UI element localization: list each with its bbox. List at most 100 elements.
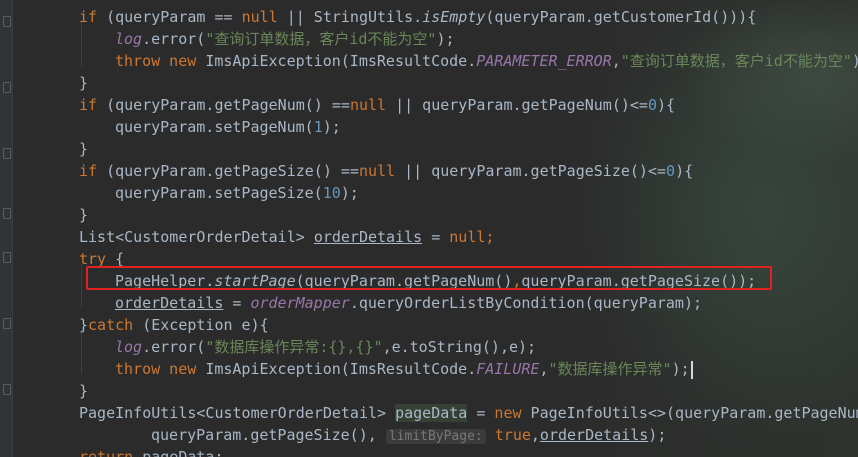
code-token: ){: [657, 96, 676, 114]
fold-marker-icon[interactable]: [3, 208, 11, 219]
code-token: 1: [313, 118, 323, 136]
code-token: queryParam.getPageSize(),: [151, 426, 386, 444]
code-token: return: [79, 448, 134, 457]
code-token: if: [79, 162, 98, 180]
code-line[interactable]: List<CustomerOrderDetail> orderDetails =…: [79, 226, 494, 248]
code-token: (queryParam ==: [97, 8, 242, 26]
highlight-box: [86, 266, 772, 290]
code-line[interactable]: }: [79, 138, 88, 160]
code-token: 0: [647, 96, 657, 114]
indent-guide: [81, 22, 82, 66]
code-token: ,: [539, 360, 549, 378]
code-token: orderDetails: [313, 228, 423, 246]
code-token: );: [322, 118, 341, 136]
code-token: }: [79, 316, 89, 334]
code-token: PARAMETER_ERROR: [476, 52, 612, 70]
code-line[interactable]: throw new ImsApiException(ImsResultCode.…: [115, 358, 693, 380]
code-token: }: [79, 206, 89, 224]
code-token: (queryParam.getPageNum() ==: [97, 96, 350, 114]
code-token: || queryParam.getPageNum()<=: [386, 96, 648, 114]
code-line[interactable]: orderDetails = orderMapper.queryOrderLis…: [115, 292, 702, 314]
code-token: "数据库操作异常": [548, 360, 672, 378]
code-token: );: [852, 52, 858, 70]
code-line[interactable]: }: [79, 72, 88, 94]
code-token: =: [467, 404, 495, 422]
editor-gutter: [0, 0, 13, 457]
code-token: null: [449, 228, 486, 246]
indent-guide: [81, 264, 82, 308]
code-token: =: [223, 294, 251, 312]
code-token: "数据库操作异常:{},{}": [205, 338, 383, 356]
code-token: true: [494, 426, 531, 444]
code-line[interactable]: }catch (Exception e){: [79, 314, 269, 336]
code-token: queryParam.setPageSize(: [115, 184, 323, 202]
code-token: (Exception e){: [133, 316, 269, 334]
code-token: orderDetails: [539, 426, 649, 444]
code-token: ,e.toString(),e);: [382, 338, 537, 356]
code-token: if: [79, 96, 98, 114]
code-line[interactable]: if (queryParam.getPageNum() ==null || qu…: [79, 94, 675, 116]
code-token: isEmpty: [422, 8, 486, 26]
code-token: .error(: [142, 338, 206, 356]
code-token: ImsApiException(ImsResultCode.: [205, 52, 477, 70]
code-token: }: [79, 140, 89, 158]
code-token: orderMapper: [250, 294, 350, 312]
fold-marker-icon[interactable]: [3, 148, 11, 159]
code-token: .queryOrderListByCondition(queryParam);: [349, 294, 703, 312]
code-token: (queryParam.getPageSize() ==: [97, 162, 359, 180]
code-token: null: [358, 162, 396, 180]
code-token: null: [349, 96, 387, 114]
code-token: pageData: [395, 404, 468, 422]
code-line[interactable]: queryParam.setPageSize(10);: [115, 182, 359, 204]
code-token: throw new: [115, 360, 206, 378]
code-token: log: [115, 338, 143, 356]
code-token: new: [494, 404, 522, 422]
code-token: || queryParam.getPageSize()<=: [395, 162, 667, 180]
parameter-hint: limitByPage:: [385, 429, 486, 444]
code-token: 0: [666, 162, 676, 180]
code-line[interactable]: log.error("查询订单数据，客户id不能为空");: [115, 28, 455, 50]
code-token: "查询订单数据，客户id不能为空": [620, 52, 852, 70]
code-line[interactable]: PageInfoUtils<CustomerOrderDetail> pageD…: [79, 402, 858, 424]
code-token: );: [436, 30, 455, 48]
code-token: );: [671, 360, 690, 378]
fold-marker-icon[interactable]: [3, 252, 11, 263]
indent-guide: [81, 330, 82, 374]
code-token: ,: [530, 426, 540, 444]
text-cursor: [690, 360, 693, 379]
code-token: log: [115, 30, 143, 48]
code-token: ImsApiException(ImsResultCode.: [205, 360, 477, 378]
code-token: =: [422, 228, 450, 246]
code-line[interactable]: }: [79, 380, 88, 402]
code-line[interactable]: if (queryParam.getPageSize() ==null || q…: [79, 160, 693, 182]
code-token: "查询订单数据，客户id不能为空": [205, 30, 437, 48]
code-token: PageInfoUtils<>(queryParam.getPageNum: [521, 404, 858, 422]
code-line[interactable]: queryParam.getPageSize(), limitByPage: t…: [151, 424, 666, 446]
code-token: null: [241, 8, 278, 26]
fold-marker-icon[interactable]: [3, 384, 11, 395]
code-token: PageInfoUtils<CustomerOrderDetail>: [79, 404, 396, 422]
code-token: List<CustomerOrderDetail>: [79, 228, 314, 246]
code-line[interactable]: if (queryParam == null || StringUtils.is…: [79, 6, 756, 28]
code-token: ,: [611, 52, 621, 70]
code-line[interactable]: queryParam.setPageNum(1);: [115, 116, 341, 138]
code-token: orderDetails: [115, 294, 224, 312]
code-line[interactable]: log.error("数据库操作异常:{},{}",e.toString(),e…: [115, 336, 536, 358]
code-token: .error(: [142, 30, 206, 48]
fold-marker-icon[interactable]: [3, 82, 11, 93]
code-line[interactable]: }: [79, 204, 88, 226]
code-token: throw new: [115, 52, 206, 70]
code-line[interactable]: throw new ImsApiException(ImsResultCode.…: [115, 50, 858, 72]
code-token: catch: [88, 316, 134, 334]
code-token: );: [648, 426, 667, 444]
code-line[interactable]: return pageData;: [79, 446, 224, 457]
code-token: (queryParam.getCustomerId())){: [485, 8, 757, 26]
fold-marker-icon[interactable]: [3, 318, 11, 329]
code-token: ;: [485, 228, 495, 246]
code-token: FAILURE: [476, 360, 540, 378]
code-token: pageData;: [133, 448, 224, 457]
code-editor[interactable]: if (queryParam == null || StringUtils.is…: [0, 0, 858, 457]
fold-marker-icon[interactable]: [3, 16, 11, 27]
code-token: );: [340, 184, 359, 202]
